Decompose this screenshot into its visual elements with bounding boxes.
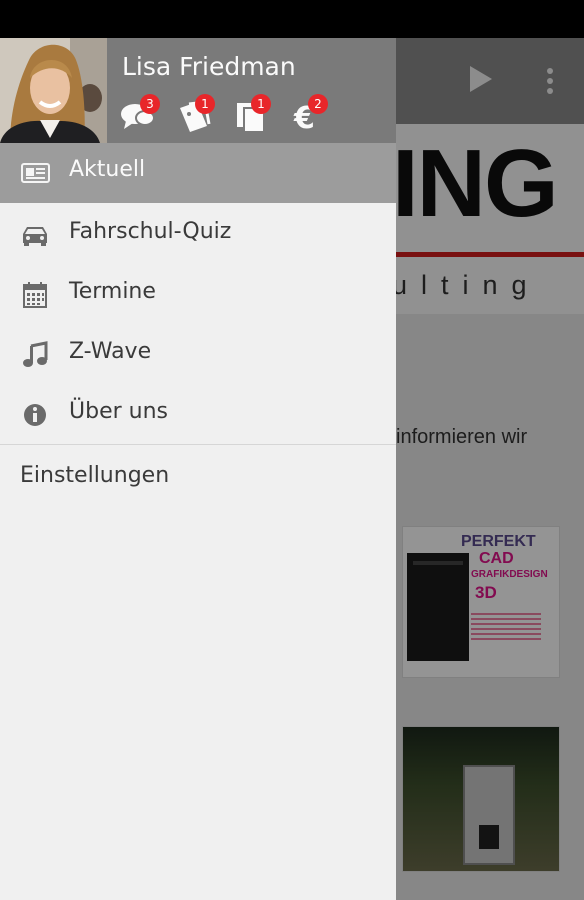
tickets-button[interactable]: 1: [177, 94, 215, 132]
calendar-icon: [23, 282, 47, 308]
documents-badge: 1: [251, 94, 271, 114]
documents-button[interactable]: 1: [235, 94, 271, 132]
menu-label: Z-Wave: [69, 339, 152, 364]
menu-label: Fahrschul-Quiz: [69, 219, 232, 244]
menu-item-termine[interactable]: Termine: [0, 265, 396, 325]
settings-item[interactable]: Einstellungen: [20, 463, 169, 488]
menu-label: Über uns: [69, 399, 168, 424]
menu-item-fahrschul-quiz[interactable]: Fahrschul-Quiz: [0, 205, 396, 265]
avatar[interactable]: [0, 38, 107, 143]
music-note-icon: [23, 341, 48, 367]
menu-label: Termine: [69, 279, 156, 304]
car-icon: [23, 227, 47, 246]
payments-badge: 2: [308, 94, 328, 114]
drawer-header: Lisa Friedman 3 1 1 € 2: [0, 38, 396, 143]
menu-item-ueber-uns[interactable]: Über uns: [0, 385, 396, 445]
navigation-drawer: Lisa Friedman 3 1 1 € 2 Aktuell Fahrschu…: [0, 38, 396, 900]
menu-divider: [0, 444, 396, 445]
messages-badge: 3: [140, 94, 160, 114]
status-bar: [0, 0, 584, 38]
info-icon: [24, 404, 46, 426]
messages-button[interactable]: 3: [120, 94, 160, 132]
menu-item-aktuell[interactable]: Aktuell: [0, 143, 396, 203]
tickets-badge: 1: [195, 94, 215, 114]
user-name: Lisa Friedman: [122, 52, 296, 81]
menu-item-z-wave[interactable]: Z-Wave: [0, 325, 396, 385]
payments-button[interactable]: € 2: [292, 94, 328, 132]
menu-label: Aktuell: [69, 157, 146, 182]
newspaper-icon: [21, 163, 50, 183]
